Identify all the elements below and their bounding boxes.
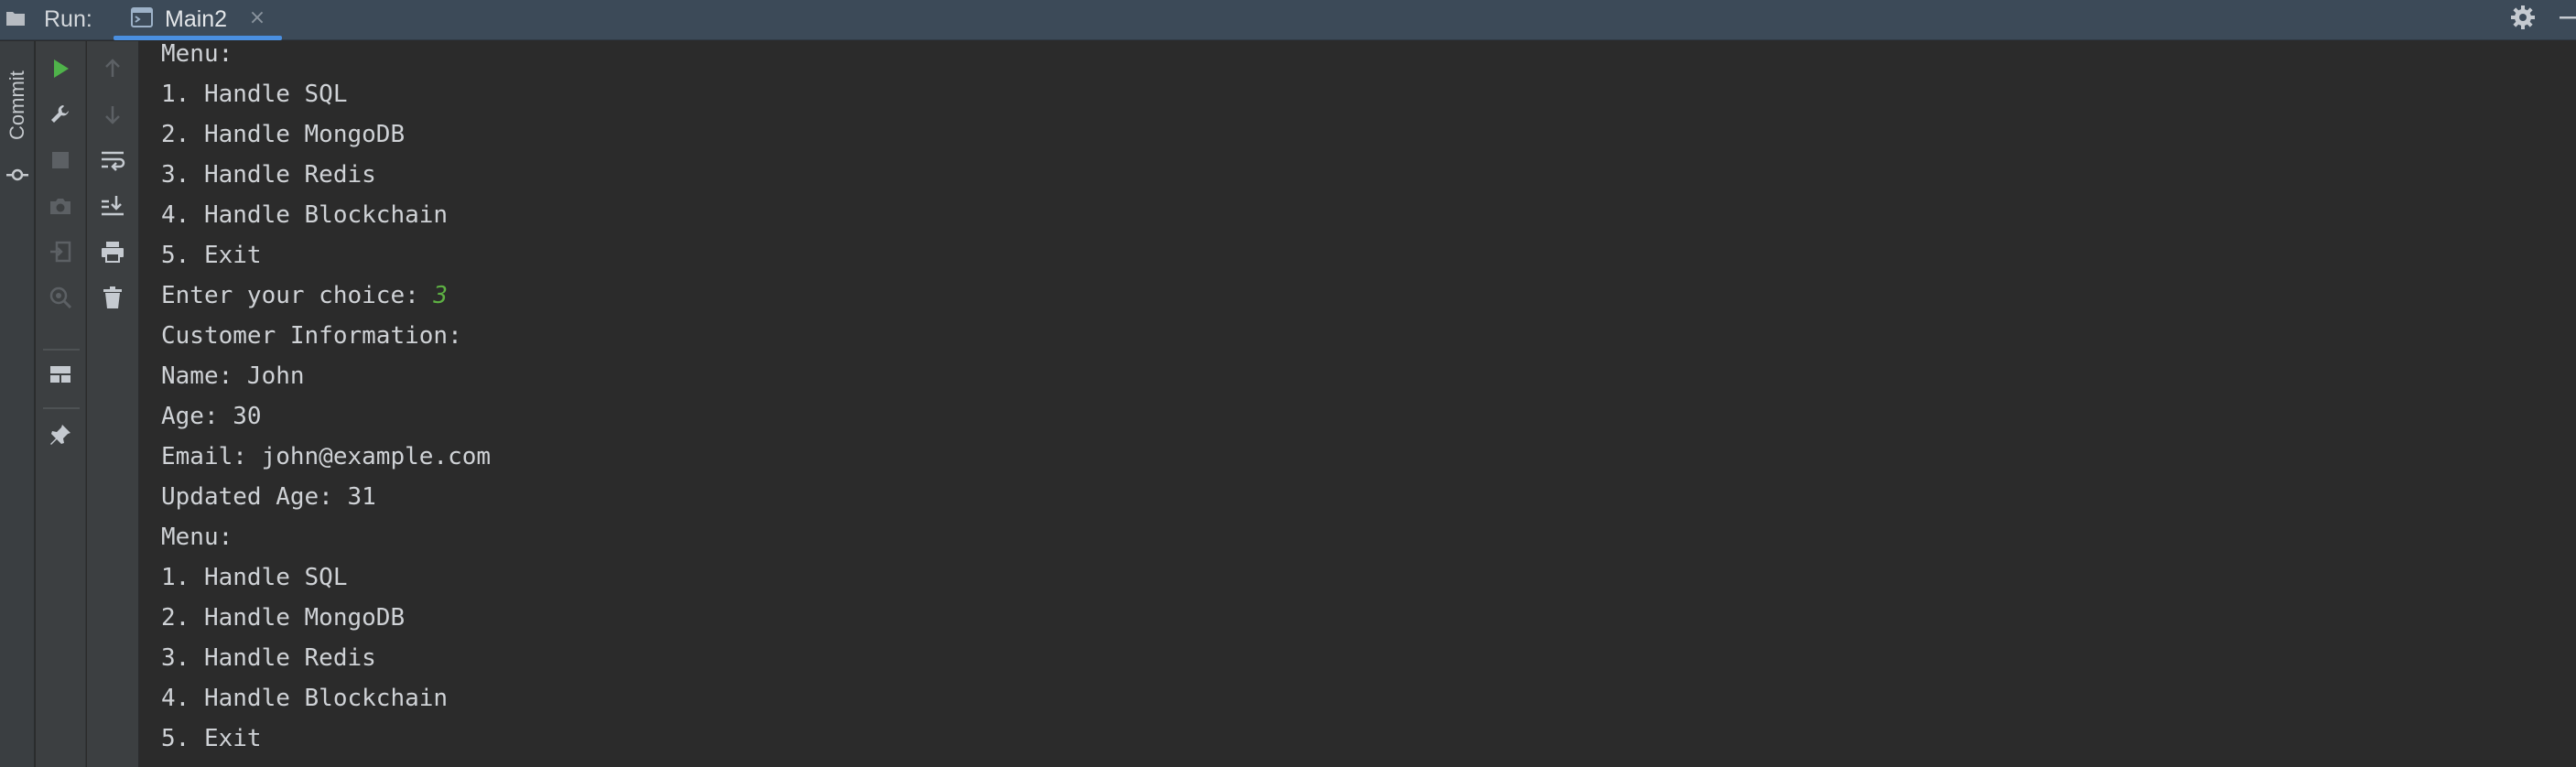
dump-threads-button[interactable] xyxy=(42,188,79,224)
console-line: Updated Age: 31 xyxy=(161,483,376,511)
console-prompt: Enter your choice: xyxy=(161,282,434,309)
console-icon xyxy=(130,5,154,29)
side-tool-strip: Commit xyxy=(0,41,35,767)
console-line: 5. Exit xyxy=(161,242,262,269)
print-icon xyxy=(100,240,125,264)
run-toolbar-secondary xyxy=(87,41,139,767)
active-tab-indicator xyxy=(114,36,282,40)
console-line: 2. Handle MongoDB xyxy=(161,604,406,632)
console-line: Menu: xyxy=(161,41,233,68)
run-label: Run: xyxy=(44,6,92,32)
console-line: Age: 30 xyxy=(161,403,262,430)
console-line: Customer Information: xyxy=(161,322,462,350)
rerun-button[interactable] xyxy=(42,50,79,87)
pin-tab-button[interactable] xyxy=(42,416,79,453)
console-line: 4. Handle Blockchain xyxy=(161,685,449,712)
exit-button[interactable] xyxy=(42,233,79,270)
toolbar-separator xyxy=(43,349,80,351)
gear-icon[interactable] xyxy=(2509,4,2537,31)
console-line: 2. Handle MongoDB xyxy=(161,121,406,148)
console-line: 3. Handle Redis xyxy=(161,644,376,672)
console-output[interactable]: Menu: 1. Handle SQL 2. Handle MongoDB 3.… xyxy=(140,41,2576,767)
layout-button[interactable] xyxy=(42,356,79,393)
scroll-to-end-button[interactable] xyxy=(94,188,131,224)
console-line: Menu: xyxy=(161,524,233,551)
commit-label: Commit xyxy=(5,70,28,140)
folder-icon[interactable] xyxy=(5,9,26,27)
stop-button[interactable] xyxy=(42,142,79,178)
console-line: Email: john@example.com xyxy=(161,443,492,470)
console-line: 5. Exit xyxy=(161,725,262,752)
close-icon[interactable]: × xyxy=(244,5,271,32)
previous-occurrence-button[interactable] xyxy=(94,50,131,87)
tab-main2[interactable]: Main2 × xyxy=(114,0,282,40)
user-input: 3 xyxy=(433,282,449,309)
exit-icon xyxy=(49,240,72,264)
console-line: 1. Handle SQL xyxy=(161,81,348,108)
minimize-icon[interactable] xyxy=(2554,4,2576,31)
soft-wrap-icon xyxy=(100,148,125,172)
settings-debug-icon xyxy=(49,286,72,309)
run-icon xyxy=(49,58,71,80)
console-line: 4. Handle Blockchain xyxy=(161,201,449,229)
stop-icon xyxy=(50,150,70,170)
layout-icon xyxy=(49,364,72,384)
arrow-down-icon xyxy=(102,103,124,125)
pin-icon xyxy=(49,423,72,447)
trash-icon xyxy=(102,286,124,309)
view-breakpoints-button[interactable] xyxy=(42,279,79,316)
camera-icon xyxy=(49,195,72,217)
arrow-up-icon xyxy=(102,58,124,80)
modify-run-configuration-button[interactable] xyxy=(42,96,79,133)
run-header-bar: Run: Main2 × xyxy=(0,0,2576,40)
clear-all-button[interactable] xyxy=(94,279,131,316)
tab-label: Main2 xyxy=(165,6,228,32)
scroll-to-end-icon xyxy=(100,194,125,218)
console-line: Enter your choice: 3 xyxy=(161,277,448,314)
run-tool-window: Run: Main2 × Commit Menu: 1. Handle SQL … xyxy=(0,0,2576,767)
toolbar-separator xyxy=(43,407,80,409)
soft-wrap-button[interactable] xyxy=(94,142,131,178)
wrench-icon xyxy=(49,103,72,126)
console-line: Name: John xyxy=(161,362,305,390)
run-toolbar-primary xyxy=(36,41,86,767)
console-line: 3. Handle Redis xyxy=(161,161,376,189)
console-line: 1. Handle SQL xyxy=(161,564,348,591)
commit-icon xyxy=(5,163,29,187)
print-button[interactable] xyxy=(94,233,131,270)
commit-tab[interactable]: Commit xyxy=(0,59,35,215)
next-occurrence-button[interactable] xyxy=(94,96,131,133)
